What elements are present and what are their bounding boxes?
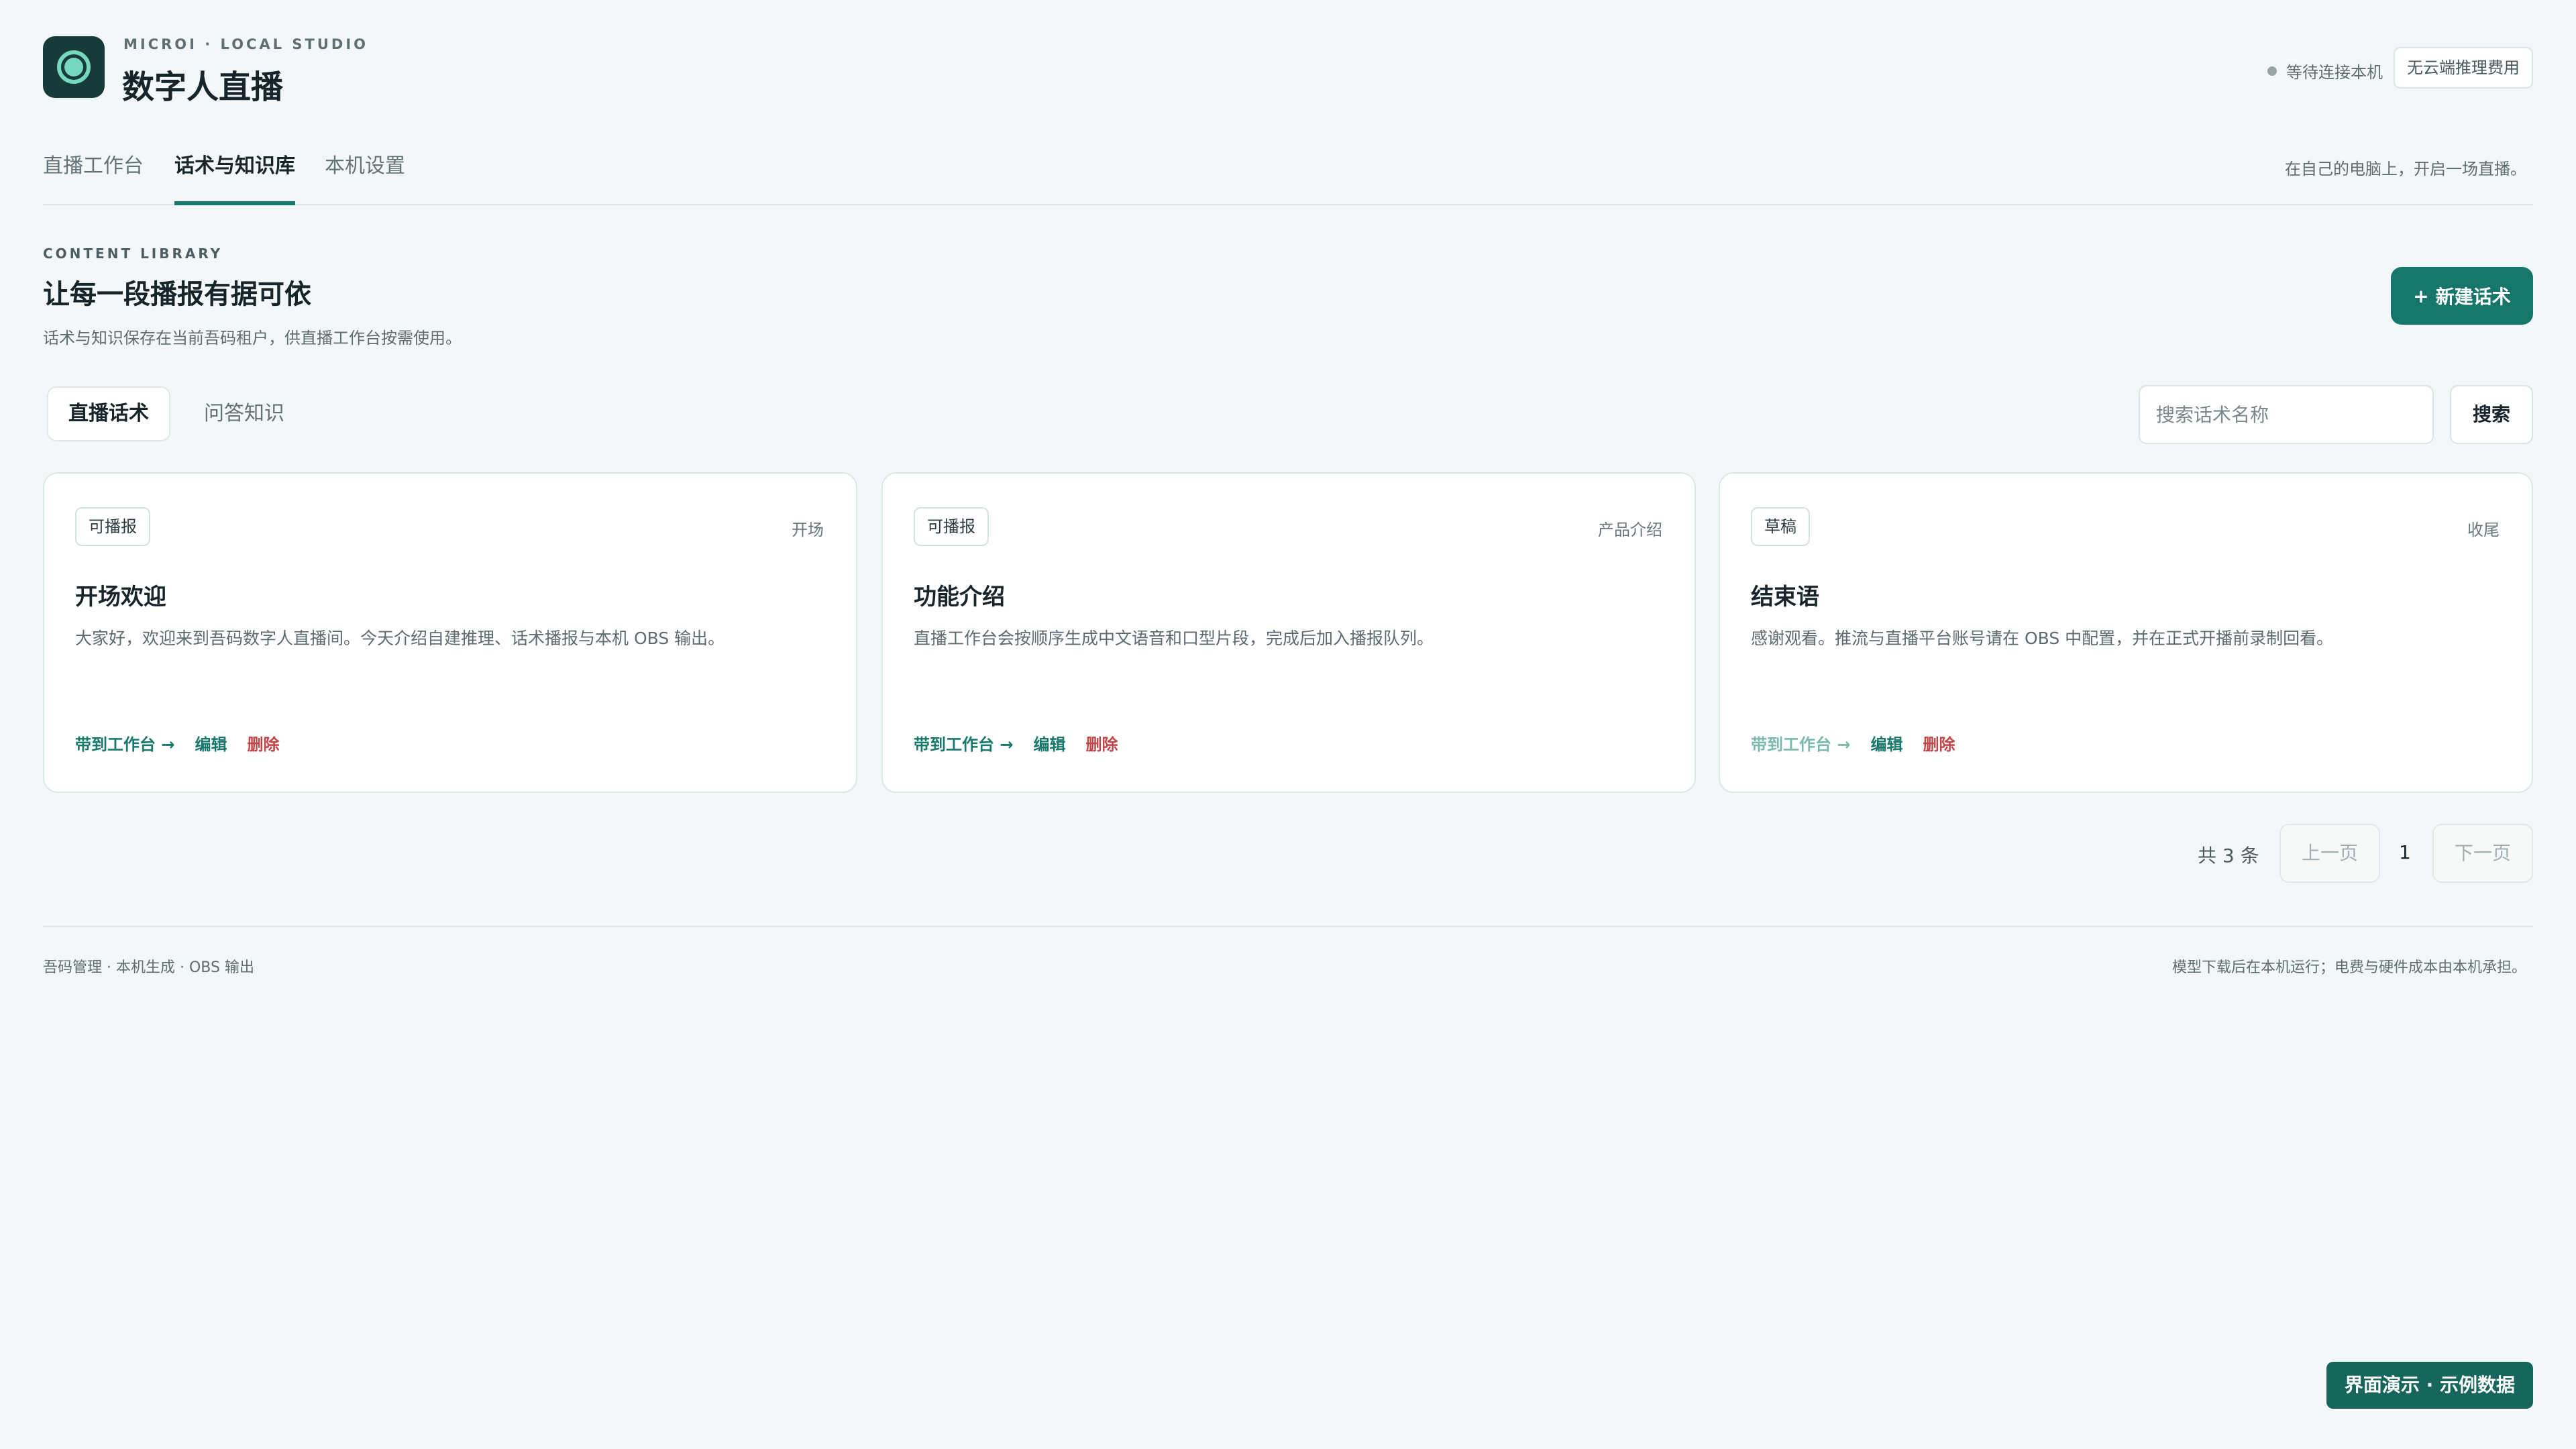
tab-local-settings[interactable]: 本机设置	[325, 150, 405, 204]
card-actions: 带到工作台 → 编辑 删除	[1751, 731, 1955, 755]
section-description: 话术与知识保存在当前吾码租户，供直播工作台按需使用。	[43, 329, 462, 347]
card-title: 功能介绍	[914, 584, 1005, 610]
content-library-page: MICROI · LOCAL STUDIO 数字人直播 等待连接本机 无云端推理…	[0, 0, 2576, 1449]
topnav-note: 在自己的电脑上，开启一场直播。	[2285, 160, 2526, 178]
delete-link[interactable]: 删除	[1085, 731, 1118, 755]
connection-status: 等待连接本机	[2267, 59, 2383, 83]
tab-scripts-knowledge[interactable]: 话术与知识库	[174, 150, 295, 205]
status-badge: 可播报	[75, 507, 150, 546]
section-title: 让每一段播报有据可依	[43, 279, 311, 310]
bring-to-workbench-link[interactable]: 带到工作台 →	[914, 731, 1013, 755]
new-script-button[interactable]: + 新建话术	[2391, 267, 2533, 325]
plus-icon: +	[2413, 284, 2429, 307]
delete-link[interactable]: 删除	[1923, 731, 1955, 755]
subtab-qa-knowledge[interactable]: 问答知识	[184, 386, 305, 441]
card-actions: 带到工作台 → 编辑 删除	[75, 731, 279, 755]
script-card: 可播报 产品介绍 功能介绍 直播工作台会按顺序生成中文语音和口型片段，完成后加入…	[881, 472, 1696, 793]
script-card: 草稿 收尾 结束语 感谢观看。推流与直播平台账号请在 OBS 中配置，并在正式开…	[1719, 472, 2533, 793]
delete-link[interactable]: 删除	[247, 731, 279, 755]
live-dot	[64, 58, 83, 76]
card-title: 开场欢迎	[75, 584, 166, 610]
fee-badge: 无云端推理费用	[2394, 47, 2533, 89]
card-title: 结束语	[1751, 584, 1819, 610]
status-badge: 可播报	[914, 507, 989, 546]
search-input[interactable]	[2139, 385, 2434, 444]
brand-title: 数字人直播	[122, 68, 284, 106]
bring-to-workbench-link[interactable]: 带到工作台 →	[75, 731, 174, 755]
current-page[interactable]: 1	[2399, 841, 2411, 863]
app-header: MICROI · LOCAL STUDIO 数字人直播 等待连接本机 无云端推理…	[43, 36, 2533, 106]
brand-subtitle: MICROI · LOCAL STUDIO	[123, 36, 368, 52]
card-actions: 带到工作台 → 编辑 删除	[914, 731, 1118, 755]
footer-right: 模型下载后在本机运行；电费与硬件成本由本机承担。	[2171, 959, 2526, 976]
footer-divider	[43, 926, 2533, 927]
edit-link[interactable]: 编辑	[195, 731, 227, 755]
top-navigation: 直播工作台 话术与知识库 本机设置 在自己的电脑上，开启一场直播。	[43, 150, 2533, 205]
app-logo	[43, 36, 105, 98]
edit-link[interactable]: 编辑	[1870, 731, 1902, 755]
card-category: 产品介绍	[1598, 521, 1662, 539]
section-eyebrow: CONTENT LIBRARY	[43, 246, 223, 262]
pagination-total: 共 3 条	[2198, 845, 2259, 867]
card-description: 感谢观看。推流与直播平台账号请在 OBS 中配置，并在正式开播前录制回看。	[1751, 629, 2334, 648]
script-card: 可播报 开场 开场欢迎 大家好，欢迎来到吾码数字人直播间。今天介绍自建推理、话术…	[43, 472, 857, 793]
status-badge: 草稿	[1751, 507, 1810, 546]
card-description: 直播工作台会按顺序生成中文语音和口型片段，完成后加入播报队列。	[914, 629, 1434, 648]
status-dot-icon	[2267, 66, 2277, 76]
tab-live-workbench[interactable]: 直播工作台	[43, 150, 144, 204]
demo-badge: 界面演示 · 示例数据	[2326, 1362, 2533, 1409]
card-description: 大家好，欢迎来到吾码数字人直播间。今天介绍自建推理、话术播报与本机 OBS 输出…	[75, 629, 725, 648]
prev-page-button[interactable]: 上一页	[2279, 824, 2380, 883]
card-category: 收尾	[2467, 521, 2500, 539]
footer-left: 吾码管理 · 本机生成 · OBS 输出	[43, 959, 254, 976]
new-script-label: 新建话术	[2435, 286, 2511, 308]
search-button[interactable]: 搜索	[2450, 385, 2533, 444]
bring-to-workbench-link[interactable]: 带到工作台 →	[1751, 731, 1850, 755]
card-category: 开场	[792, 521, 824, 539]
edit-link[interactable]: 编辑	[1033, 731, 1065, 755]
status-text: 等待连接本机	[2286, 63, 2383, 82]
next-page-button[interactable]: 下一页	[2432, 824, 2533, 883]
subtab-live-scripts[interactable]: 直播话术	[47, 386, 170, 441]
